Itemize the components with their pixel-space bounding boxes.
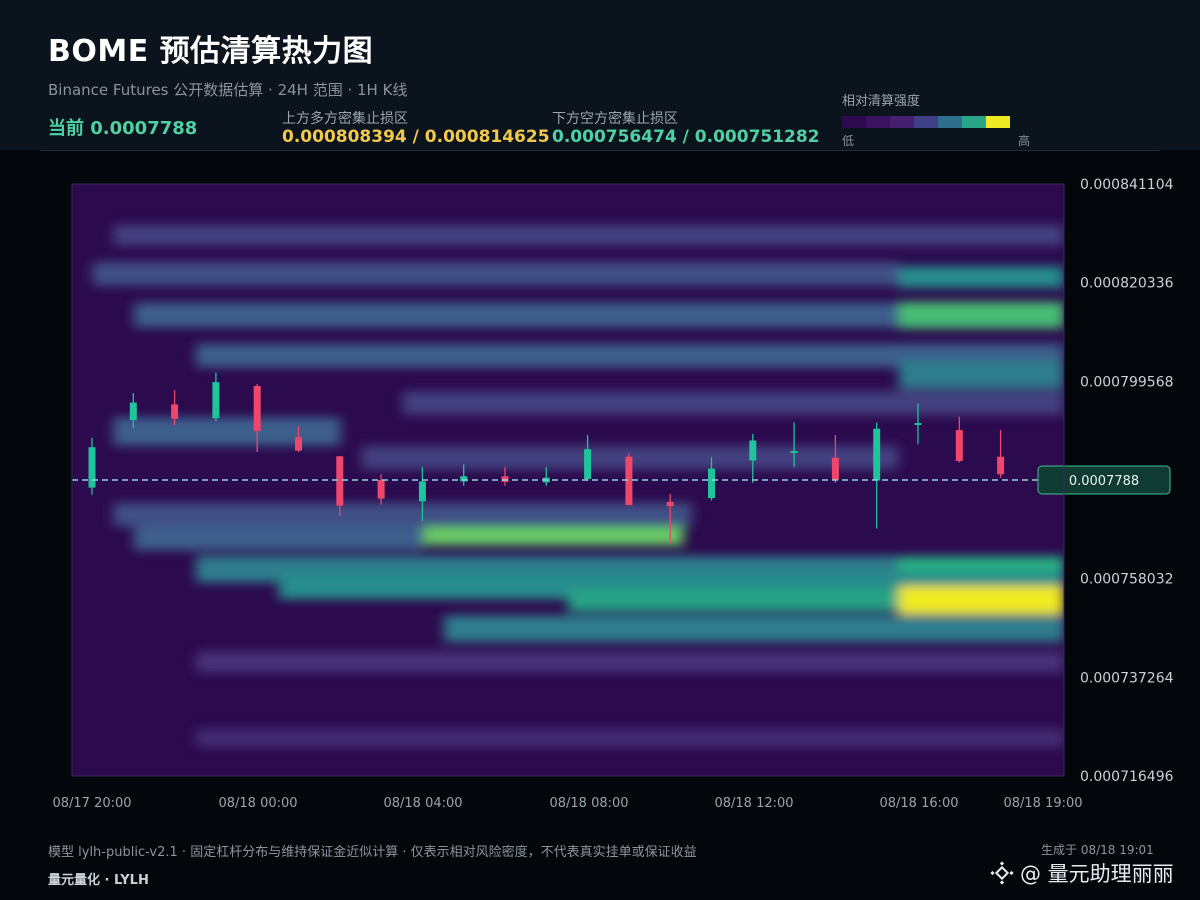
- x-tick-label: 08/18 19:00: [1003, 796, 1082, 811]
- y-tick-label: 0.000820336: [1080, 276, 1174, 292]
- candle-body: [501, 476, 509, 482]
- x-tick-label: 08/18 08:00: [549, 796, 628, 811]
- heat-band: [898, 360, 1064, 389]
- heat-band: [134, 302, 899, 328]
- heat-band: [92, 261, 899, 286]
- current-price: 当前 0.0007788: [48, 118, 198, 139]
- page-title: BOME 预估清算热力图: [48, 34, 374, 69]
- legend-swatch: [986, 116, 1010, 128]
- legend-swatch: [866, 116, 890, 128]
- candle-body: [377, 480, 385, 499]
- legend-swatch: [842, 116, 866, 128]
- binance-diamond-icon: [990, 861, 1014, 885]
- candle-body: [749, 440, 757, 461]
- y-tick-label: 0.000841104: [1080, 177, 1174, 193]
- heat-band: [113, 224, 1064, 246]
- legend-swatch: [962, 116, 986, 128]
- candle-body: [914, 422, 922, 425]
- watermark-text: @ 量元助理丽丽: [1020, 862, 1174, 886]
- footer-brand: 量元量化 · LYLH: [48, 873, 149, 888]
- y-tick-label: 0.000758032: [1080, 572, 1174, 588]
- lower-zone-label: 下方空方密集止损区: [552, 111, 678, 127]
- y-tick-label: 0.000799568: [1080, 374, 1174, 390]
- heat-band: [196, 728, 1064, 748]
- candle-body: [336, 456, 344, 506]
- header-panel: BOME 预估清算热力图 Binance Futures 公开数据估算 · 24…: [0, 0, 1200, 150]
- footer-note: 模型 lylh-public-v2.1 · 固定杠杆分布与维持保证金近似计算 ·…: [48, 845, 697, 860]
- candle-body: [955, 430, 963, 461]
- candle-body: [253, 385, 261, 432]
- x-axis: 08/17 20:00 08/18 00:00 08/18 04:00 08/18 0…: [52, 796, 1082, 811]
- candle-body: [418, 481, 426, 502]
- current-price-tag-label: 0.0007788: [1069, 474, 1139, 489]
- heat-band: [196, 651, 1064, 673]
- candle-body: [708, 468, 715, 499]
- heat-band: [134, 526, 424, 551]
- current-price-tag: 0.0007788: [1037, 465, 1171, 495]
- heat-band: [898, 585, 1064, 615]
- candle-body: [212, 382, 220, 419]
- x-tick-label: 08/18 00:00: [218, 796, 297, 811]
- heat-band: [113, 417, 341, 446]
- liquidation-heatmap-chart: 0.0007788 0.000841104 0.000820336 0.000799…: [52, 177, 1174, 811]
- watermark: @ 量元助理丽丽: [990, 858, 1174, 888]
- candle-body: [295, 437, 302, 451]
- heat-band: [423, 526, 684, 546]
- candle-body: [584, 449, 592, 480]
- heat-band: [898, 301, 1064, 329]
- legend-swatch: [890, 116, 914, 128]
- page-subtitle: Binance Futures 公开数据估算 · 24H 范围 · 1H K线: [48, 81, 408, 99]
- legend-high-label: 高: [1018, 134, 1031, 148]
- upper-zone-value: 0.000808394 / 0.000814625: [282, 127, 550, 147]
- heat-band: [898, 266, 1064, 289]
- candle-body: [790, 451, 798, 454]
- candle-body: [129, 402, 137, 421]
- heat-band: [402, 391, 1064, 415]
- y-tick-label: 0.000716496: [1080, 769, 1174, 785]
- generated-time: 生成于 08/18 19:01: [1041, 843, 1154, 857]
- legend-swatch: [938, 116, 962, 128]
- candle-body: [171, 404, 179, 419]
- x-tick-label: 08/18 12:00: [714, 796, 793, 811]
- legend-low-label: 低: [842, 134, 855, 148]
- candle-body: [625, 456, 633, 506]
- heat-band: [444, 615, 1064, 643]
- legend-color-scale: [842, 116, 1010, 128]
- heat-band: [113, 502, 693, 527]
- legend-title: 相对清算强度: [842, 94, 921, 109]
- x-tick-label: 08/17 20:00: [52, 796, 131, 811]
- lower-zone-value: 0.000756474 / 0.000751282: [552, 127, 820, 147]
- x-tick-label: 08/18 04:00: [383, 796, 462, 811]
- y-tick-label: 0.000737264: [1080, 670, 1174, 686]
- candle-body: [666, 501, 674, 507]
- x-tick-label: 08/18 16:00: [879, 796, 958, 811]
- candle-body: [88, 447, 96, 488]
- candle-body: [873, 428, 881, 481]
- legend-swatch: [914, 116, 938, 128]
- upper-zone-label: 上方多方密集止损区: [282, 111, 408, 127]
- candle-body: [831, 457, 839, 480]
- candle-body: [997, 456, 1005, 475]
